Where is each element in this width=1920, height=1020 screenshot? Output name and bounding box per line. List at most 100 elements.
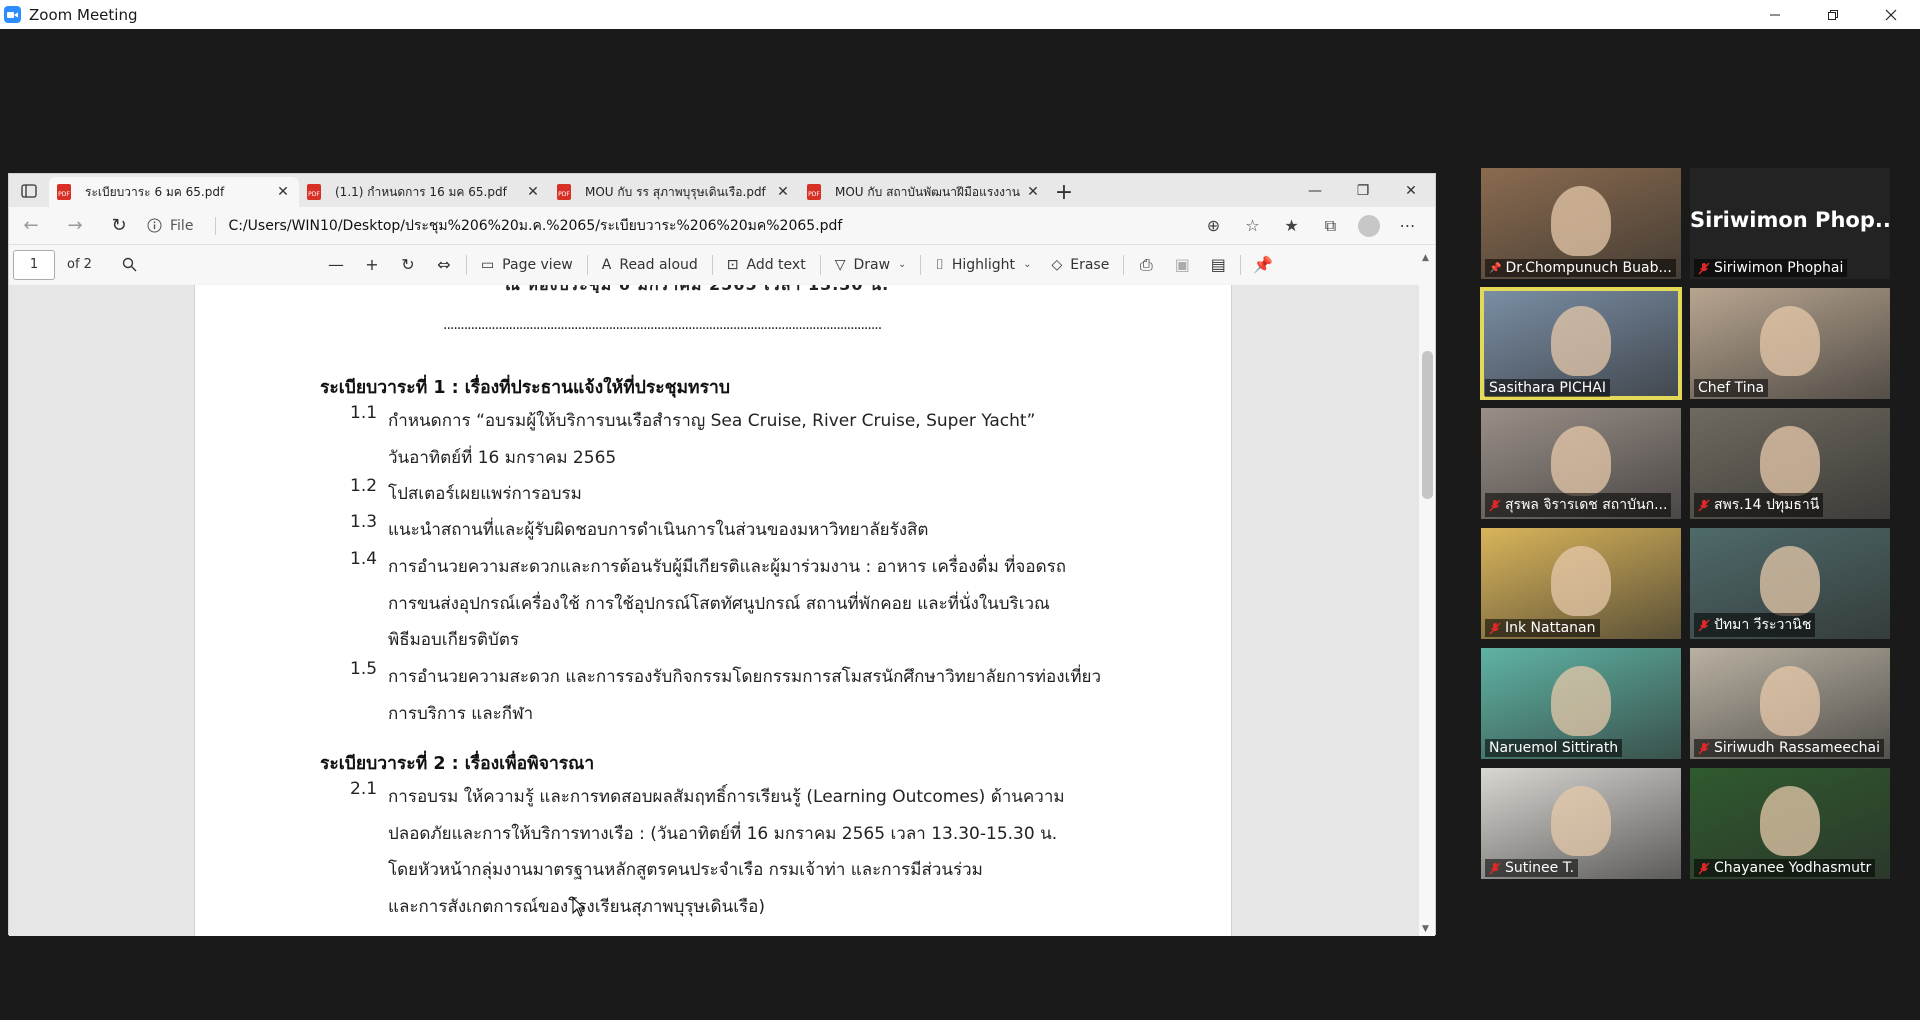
fit-page-icon[interactable]: ⇔ [426,249,462,281]
page-view-label: Page view [502,256,573,273]
scroll-down-icon[interactable]: ▼ [1422,924,1429,934]
draw-button[interactable]: ▽ Draw ⌄ [825,249,917,281]
eraser-icon: ◇ [1051,256,1063,273]
save-icon[interactable]: ▣ [1164,249,1200,281]
address-bar: ← → ↻ File C:/Users/WIN10/Desktop/ประชุม… [9,207,1435,244]
participant-name-label: Ink Nattanan [1485,619,1600,637]
tab-label: ระเบียบวาระ 6 มค 65.pdf [85,184,225,199]
item-number: 1.5 [350,659,378,679]
search-icon[interactable] [112,249,148,281]
read-aloud-button[interactable]: A Read aloud [592,249,708,281]
browser-close-button[interactable]: ✕ [1387,174,1435,207]
save-as-icon[interactable]: ▤ [1200,249,1236,281]
participant-tile[interactable]: Ink Nattanan [1481,528,1681,639]
browser-minimize-button[interactable]: — [1291,174,1339,207]
tab-2[interactable]: PDF MOU กับ รร สุภาพบุรุษเดินเรือ.pdf ✕ [549,177,799,207]
window-title: Zoom Meeting [29,5,138,24]
participant-name: Siriwudh Rassameechai [1714,740,1881,756]
pdf-page: ณ ห้องประชุม 6 มกราคม 2565 เวลา 13.30 น.… [194,285,1232,936]
participant-tile[interactable]: Sutinee T. [1481,768,1681,879]
browser-restore-button[interactable]: ❐ [1339,174,1387,207]
participant-tile[interactable]: Chayanee Yodhasmutr [1690,768,1890,879]
pdf-toolbar: 1 of 2 — + ↻ ⇔ ▭ Page view A Read aloud … [9,244,1435,284]
add-text-icon: ⊡ [726,256,739,273]
scroll-up-icon[interactable]: ▲ [1422,253,1429,263]
favorites-icon[interactable]: ★ [1272,207,1311,244]
more-menu-icon[interactable]: ⋯ [1388,207,1427,244]
participant-tile[interactable]: Sasithara PICHAI [1480,287,1682,400]
mic-off-icon [1698,619,1710,631]
participant-name-label: Chef Tina [1694,379,1769,397]
scrollbar-thumb[interactable] [1422,351,1433,499]
video-feed [1760,546,1820,616]
chevron-down-icon[interactable]: ⌄ [898,259,906,270]
url-text: C:/Users/WIN10/Desktop/ประชุม%206%20ม.ค.… [228,217,843,234]
highlight-button[interactable]: ⌷ Highlight ⌄ [925,249,1041,281]
tab-1[interactable]: PDF (1.1) กำหนดการ 16 มค 65.pdf ✕ [299,177,549,207]
rotate-icon[interactable]: ↻ [390,249,426,281]
erase-button[interactable]: ◇ Erase [1041,249,1119,281]
tab-close-icon[interactable]: ✕ [1025,184,1041,200]
mic-off-icon [1698,862,1710,874]
tab-actions-icon[interactable] [9,174,49,207]
item-line: การบริการ และกีฬา [388,703,534,724]
item-line: และการสังเกตการณ์ของโรงเรียนสุภาพบุรุษเด… [388,889,1108,926]
participant-tile[interactable]: สพร.14 ปทุมธานี [1690,408,1890,519]
participant-tile[interactable]: Siriwimon Phop... Siriwimon Phophai [1690,168,1890,279]
back-icon[interactable]: ← [9,207,53,244]
tab-0[interactable]: PDF ระเบียบวาระ 6 มค 65.pdf ✕ [49,177,299,207]
video-feed [1551,546,1611,616]
participant-tile[interactable]: Siriwudh Rassameechai [1690,648,1890,759]
refresh-icon[interactable]: ↻ [97,207,141,244]
mic-off-icon [1698,262,1710,274]
zoom-out-icon[interactable]: — [318,249,354,281]
profile-avatar[interactable] [1358,214,1380,237]
restore-button[interactable] [1804,0,1862,29]
zoom-in-icon[interactable]: + [354,249,390,281]
add-favorite-icon[interactable]: ☆ [1233,207,1272,244]
add-text-label: Add text [746,256,806,273]
participant-name-label: Naruemol Sittirath [1485,739,1623,757]
tab-3[interactable]: PDF MOU กับ สถาบันพัฒนาฝีมือแรงงาน ✕ [799,177,1049,207]
page-number-input[interactable]: 1 [13,249,55,280]
participant-tile[interactable]: Chef Tina [1690,288,1890,399]
participant-name-label: Siriwudh Rassameechai [1694,739,1885,757]
collections-icon[interactable]: ⧉ [1311,207,1350,244]
forward-icon[interactable]: → [53,207,97,244]
participant-tile[interactable]: Naruemol Sittirath [1481,648,1681,759]
info-icon [147,218,162,233]
participant-tile[interactable]: สุรพล จิรารเดช สถาบันก... [1481,408,1681,519]
add-text-button[interactable]: ⊡ Add text [717,249,816,281]
pdf-viewer[interactable]: ณ ห้องประชุม 6 มกราคม 2565 เวลา 13.30 น.… [9,285,1427,936]
zoom-in-icon[interactable]: ⊕ [1194,207,1233,244]
file-label: File [170,217,194,234]
url-field[interactable]: File C:/Users/WIN10/Desktop/ประชุม%206%2… [147,215,842,237]
page-count: of 2 [67,257,92,272]
item-number: 2.1 [350,779,378,799]
close-button[interactable] [1862,0,1920,29]
highlight-icon: ⌷ [935,256,944,273]
site-info[interactable]: File [147,218,193,234]
minimize-button[interactable] [1746,0,1804,29]
pin-icon: 📌 [1489,262,1502,274]
participant-tile[interactable]: 📌 Dr.Chompunuch Buab... [1481,168,1681,279]
read-aloud-icon: A [601,256,612,273]
pin-toolbar-icon[interactable]: 📌 [1245,249,1281,281]
tab-close-icon[interactable]: ✕ [275,184,291,200]
print-icon[interactable]: ⎙ [1128,249,1164,281]
tab-close-icon[interactable]: ✕ [775,184,791,200]
item-line: โปสเตอร์เผยแพร่การอบรม [388,484,582,504]
partial-heading: ณ ห้องประชุม 6 มกราคม 2565 เวลา 13.30 น. [505,285,889,293]
item-line: การอำนวยความสะดวก และการรองรับกิจกรรมโดย… [388,667,1102,687]
chevron-down-icon[interactable]: ⌄ [1023,259,1031,270]
highlight-label: Highlight [951,256,1016,273]
new-tab-button[interactable]: + [1049,177,1079,207]
page-view-button[interactable]: ▭ Page view [471,249,583,281]
tab-close-icon[interactable]: ✕ [525,184,541,200]
participant-tile[interactable]: ปัทมา วีระวานิช [1690,528,1890,639]
scrollbar[interactable]: ▲ ▼ [1419,251,1435,936]
participant-name-label: Chayanee Yodhasmutr [1694,859,1876,877]
tab-label: MOU กับ สถาบันพัฒนาฝีมือแรงงาน [835,184,1020,199]
participant-name-label: ปัทมา วีระวานิช [1694,613,1816,637]
video-feed [1760,306,1820,376]
